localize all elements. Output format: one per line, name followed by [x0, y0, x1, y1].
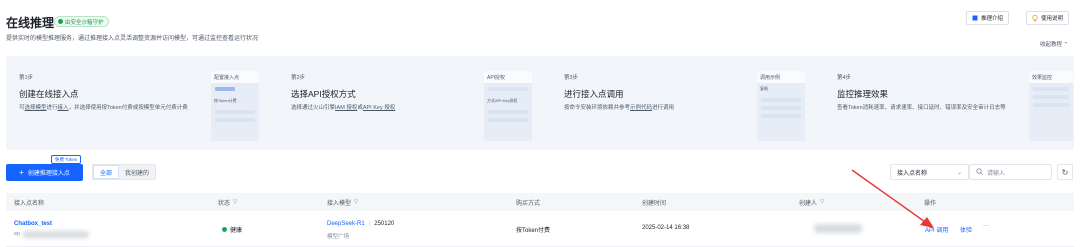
- model-cell: DeepSeek-R1 | 250120: [327, 221, 394, 227]
- intro-button[interactable]: 推理介绍: [966, 11, 1010, 25]
- sandbox-badge: 由安全沙箱守护: [54, 16, 109, 27]
- search-input[interactable]: 请输入: [969, 164, 1052, 180]
- status-dot: [222, 227, 227, 232]
- thumbnail-caption: API授权: [484, 71, 532, 83]
- thumbnail-item: 按Token计费: [214, 98, 237, 103]
- search-icon: [976, 167, 983, 177]
- create-endpoint-label: 创建推理接入点: [27, 171, 70, 177]
- thumbnail-bar: [1033, 87, 1069, 91]
- lightbulb-icon: [1032, 14, 1038, 22]
- step-title: 监控推理效果: [837, 89, 889, 99]
- page-subtitle: 提供实时的模型推理服务，通过推理接入点灵活调整资源并访问模型，可通过监控查看运行…: [6, 36, 259, 42]
- sample-code-link[interactable]: 示例代码: [630, 105, 652, 111]
- creator-redacted: [814, 224, 862, 233]
- api-key-auth-link[interactable]: API Key 授权: [363, 105, 395, 111]
- step-title: 进行接入点调用: [564, 89, 624, 99]
- step-description: 可选择模型进行接入，并选择使用按Token付费或按模型单元付费计费: [19, 105, 188, 111]
- table-row: Chatbox_test ep 健康 DeepSeek-R1 | 250120 模型…: [6, 211, 1074, 247]
- iam-auth-link[interactable]: IAM 授权: [335, 105, 357, 111]
- step-thumbnail: 调用示例 复制: [757, 71, 805, 141]
- shield-icon: [58, 19, 63, 24]
- thumbnail-bar: [1033, 103, 1069, 107]
- step-description: 按命令安装环境依赖并参考示例代码进行调用: [564, 105, 675, 111]
- step-description: 查看Token消耗速率、请求速率、接口延时、错误率及安全审计日志等: [837, 105, 1006, 111]
- search-placeholder: 请输入: [987, 170, 1006, 177]
- select-model-link[interactable]: 选择模型: [25, 105, 47, 111]
- step-thumbnail: 效果监控: [1029, 71, 1073, 141]
- thumbnail-bar: [761, 106, 801, 110]
- thumbnail-caption: 效果监控: [1029, 71, 1073, 83]
- table-header: 接入点名称 状态 ▽ 接入模型 ▽ 购买方式 创建时间 创建人 ▽ 操作: [6, 193, 1074, 211]
- endpoint-id-prefix: ep: [14, 231, 21, 237]
- collapse-tutorial-link[interactable]: 收起教程 ⌃: [1040, 40, 1068, 48]
- filter-icon[interactable]: ▽: [820, 199, 824, 205]
- badge-label: 由安全沙箱守护: [65, 19, 104, 26]
- status-badge: 健康: [222, 225, 242, 234]
- thumbnail-caption: 配置接入点: [211, 71, 259, 83]
- create-endpoint-button[interactable]: + 创建推理接入点: [6, 164, 83, 181]
- step-title: 创建在线接入点: [19, 89, 79, 99]
- refresh-button[interactable]: ↻: [1057, 164, 1073, 180]
- thumbnail-item: 复制: [760, 86, 768, 91]
- column-header-name: 接入点名称: [14, 200, 45, 207]
- plus-icon: +: [19, 168, 24, 177]
- step-thumbnail: 配置接入点 按Token计费: [211, 71, 259, 141]
- try-action[interactable]: 体验: [960, 225, 972, 234]
- model-link[interactable]: DeepSeek-R1: [327, 221, 365, 227]
- column-header-actions: 操作: [924, 200, 937, 207]
- ownership-tabs: 全部 我创建的: [92, 164, 157, 180]
- thumbnail-caption: 调用示例: [757, 71, 805, 83]
- filter-field-value: 接入点名称: [897, 170, 928, 177]
- thumbnail-bar: [215, 110, 255, 114]
- model-source: 模型广场: [327, 234, 350, 240]
- api-call-action[interactable]: API 调用: [925, 225, 948, 234]
- guide-button-label: 使用说明: [1041, 16, 1064, 22]
- chevron-up-icon: ⌃: [1063, 42, 1069, 48]
- intro-button-label: 推理介绍: [981, 16, 1004, 22]
- step-number: 第1步: [19, 75, 34, 81]
- column-header-purchase: 购买方式: [516, 200, 541, 207]
- tab-mine[interactable]: 我创建的: [119, 165, 155, 179]
- thumbnail-bar: [761, 98, 801, 102]
- thumbnail-item: 方式API Key授权: [487, 98, 518, 103]
- thumbnail-bar: [215, 118, 255, 122]
- thumbnail-bar: [488, 110, 528, 114]
- step-number: 第2步: [291, 75, 306, 81]
- status-label: 健康: [230, 228, 243, 234]
- column-header-creator: 创建人 ▽: [799, 199, 825, 207]
- created-time: 2025-02-14 16:38: [642, 225, 690, 231]
- collapse-label: 收起教程: [1040, 42, 1063, 48]
- guide-button[interactable]: 使用说明: [1026, 11, 1070, 25]
- thumbnail-bar: [761, 114, 801, 118]
- endpoint-id-redacted: [23, 231, 89, 238]
- step-number: 第4步: [837, 75, 852, 81]
- tab-all[interactable]: 全部: [93, 165, 120, 179]
- more-actions-icon[interactable]: ···: [983, 223, 989, 229]
- step-thumbnail: API授权 方式API Key授权: [484, 71, 532, 141]
- tutorial-steps-panel: [6, 56, 1074, 150]
- filter-field-select[interactable]: 接入点名称 ⌄: [890, 164, 969, 180]
- document-icon: [972, 15, 978, 21]
- free-token-tag: 免费 Token: [51, 155, 82, 164]
- endpoint-name-link[interactable]: Chatbox_test: [14, 221, 52, 227]
- step-title: 选择API授权方式: [291, 89, 356, 99]
- column-header-model: 接入模型 ▽: [327, 199, 359, 207]
- refresh-icon: ↻: [1061, 167, 1069, 177]
- thumbnail-bar: [215, 87, 235, 91]
- thumbnail-bar: [1033, 95, 1069, 99]
- page-title: 在线推理: [6, 16, 55, 30]
- step-description: 选择通过火山引擎IAM 授权或API Key 授权: [291, 105, 396, 111]
- purchase-method: 按Token付费: [516, 228, 551, 234]
- thumbnail-bar: [488, 118, 528, 122]
- filter-icon[interactable]: ▽: [233, 199, 237, 205]
- column-header-status: 状态 ▽: [218, 199, 238, 207]
- access-link[interactable]: 接入: [58, 105, 69, 111]
- model-version: 250120: [374, 221, 395, 227]
- chevron-down-icon: ⌄: [956, 169, 962, 176]
- separator: |: [368, 221, 371, 227]
- filter-icon[interactable]: ▽: [354, 199, 358, 205]
- column-header-created-time: 创建时间: [642, 200, 667, 207]
- thumbnail-bar: [488, 87, 528, 91]
- step-number: 第3步: [564, 75, 579, 81]
